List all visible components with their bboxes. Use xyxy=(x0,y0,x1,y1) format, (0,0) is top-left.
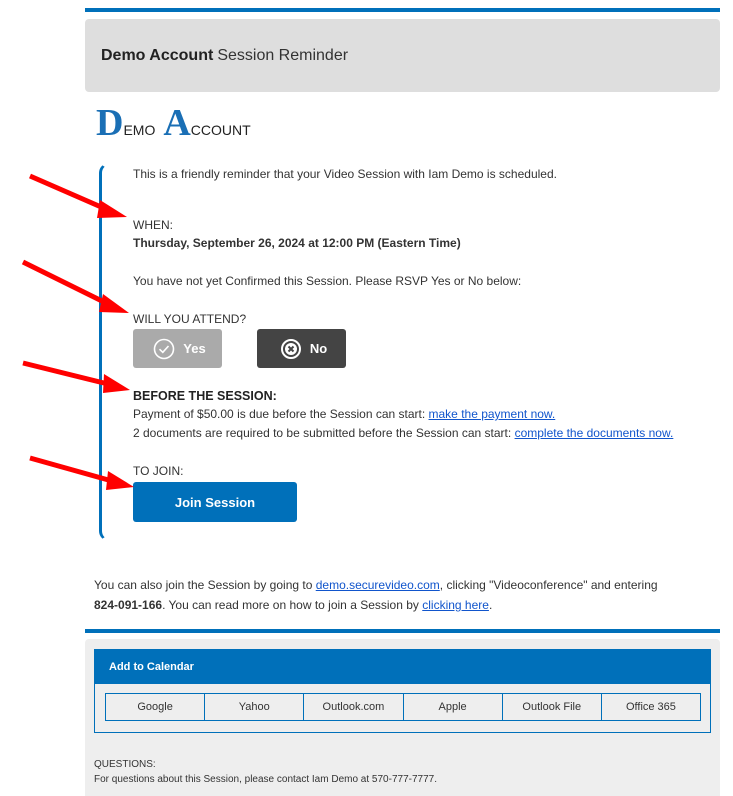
calendar-yahoo-button[interactable]: Yahoo xyxy=(205,694,305,720)
questions-section: QUESTIONS: For questions about this Sess… xyxy=(94,757,437,787)
complete-documents-link[interactable]: complete the documents now. xyxy=(515,426,674,440)
make-payment-link[interactable]: make the payment now. xyxy=(429,407,556,421)
when-value: Thursday, September 26, 2024 at 12:00 PM… xyxy=(133,236,461,250)
securevideo-link[interactable]: demo.securevideo.com xyxy=(316,578,440,592)
header-brand: Demo Account xyxy=(101,46,214,64)
header-banner: Demo Account Session Reminder xyxy=(85,19,720,92)
before-label: BEFORE THE SESSION: xyxy=(133,389,277,403)
join-session-button[interactable]: Join Session xyxy=(133,482,297,522)
questions-text: For questions about this Session, please… xyxy=(94,774,437,785)
header-title: Session Reminder xyxy=(217,46,349,64)
calendar-office365-button[interactable]: Office 365 xyxy=(602,694,700,720)
content-bracket xyxy=(99,163,109,541)
footer-accent-bar xyxy=(85,629,720,633)
also-text-1: You can also join the Session by going t… xyxy=(94,578,316,592)
not-confirmed-text: You have not yet Confirmed this Session.… xyxy=(133,274,522,288)
x-circle-icon xyxy=(280,338,302,360)
footer-panel: Add to Calendar Google Yahoo Outlook.com… xyxy=(85,639,720,796)
logo-initial-a: A xyxy=(163,102,191,144)
alternate-join-text: You can also join the Session by going t… xyxy=(94,575,724,615)
rsvp-yes-button[interactable]: Yes xyxy=(133,329,222,368)
join-label: TO JOIN: xyxy=(133,464,184,478)
red-arrow-icon xyxy=(21,259,129,313)
calendar-outlook-com-button[interactable]: Outlook.com xyxy=(304,694,404,720)
calendar-options-panel: Google Yahoo Outlook.com Apple Outlook F… xyxy=(94,684,711,733)
payment-text: Payment of $50.00 is due before the Sess… xyxy=(133,407,429,421)
also-text-4: . xyxy=(488,598,493,612)
red-arrow-icon xyxy=(29,455,134,490)
logo-initial-d: D xyxy=(96,102,124,144)
calendar-options-row: Google Yahoo Outlook.com Apple Outlook F… xyxy=(105,693,701,721)
add-to-calendar-header: Add to Calendar xyxy=(94,649,711,684)
no-label: No xyxy=(309,341,328,356)
rsvp-no-button[interactable]: No xyxy=(257,329,346,368)
calendar-apple-button[interactable]: Apple xyxy=(404,694,503,720)
also-text-3: . You can read more on how to join a Ses… xyxy=(162,598,423,612)
attend-label: WILL YOU ATTEND? xyxy=(133,312,247,326)
demo-account-logo: D EMO A CCOUNT xyxy=(96,102,251,144)
top-accent-bar xyxy=(85,8,720,12)
logo-text-ccount: CCOUNT xyxy=(190,122,251,138)
check-circle-icon xyxy=(153,338,175,360)
intro-text: This is a friendly reminder that your Vi… xyxy=(133,167,557,181)
calendar-google-button[interactable]: Google xyxy=(106,694,206,720)
logo-text-emo: EMO xyxy=(123,122,156,138)
red-arrow-icon xyxy=(29,173,127,218)
calendar-outlook-file-button[interactable]: Outlook File xyxy=(503,694,602,720)
payment-line: Payment of $50.00 is due before the Sess… xyxy=(133,406,555,422)
red-arrow-icon xyxy=(22,360,130,393)
clicking-here-link[interactable]: clicking here xyxy=(422,598,489,612)
questions-label: QUESTIONS: xyxy=(94,759,156,770)
session-code: 824-091-166 xyxy=(94,598,163,612)
also-text-2: , clicking "Videoconference" and enterin… xyxy=(439,578,658,592)
documents-line: 2 documents are required to be submitted… xyxy=(133,425,673,441)
when-label: WHEN: xyxy=(133,218,173,232)
documents-text: 2 documents are required to be submitted… xyxy=(133,426,515,440)
yes-label: Yes xyxy=(183,341,206,356)
